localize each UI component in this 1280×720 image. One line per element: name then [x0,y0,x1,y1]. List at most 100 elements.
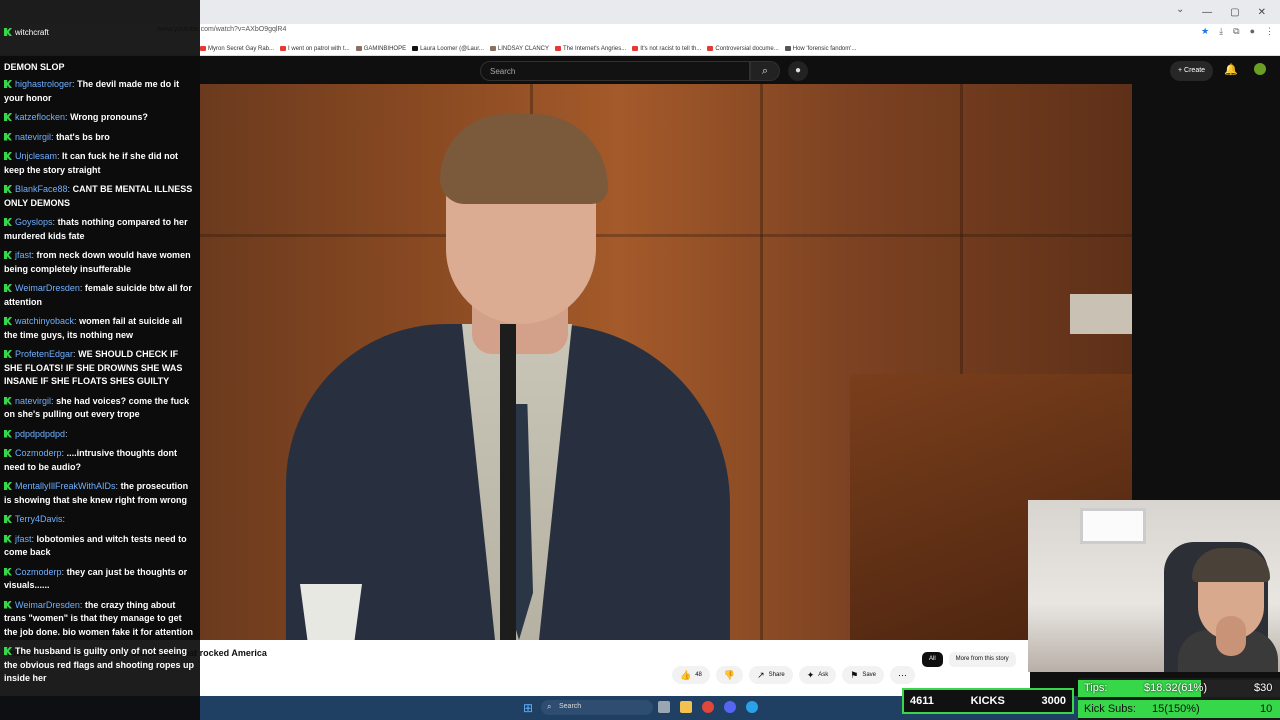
bookmark-label: LINDSAY CLANCY [497,45,550,52]
maximize-icon[interactable]: ▢ [1230,7,1239,18]
chat-username[interactable]: Cozmoderp [15,567,64,577]
subs-label: Kick Subs: [1084,703,1136,715]
chat-username[interactable]: Cozmoderp [15,448,64,458]
chat-username[interactable]: Goyslops [15,217,55,227]
ask-button[interactable]: ✦ Ask [798,666,837,684]
bookmark-item[interactable]: LINDSAY CLANCY [489,45,550,52]
chat-message: Goyslops thats nothing compared to her m… [4,216,196,243]
chat-message: highastrologer The devil made me do it y… [4,78,196,105]
chat-message: Cozmoderp they can just be thoughts or v… [4,566,196,593]
search-button[interactable]: ⌕ [750,61,780,81]
chat-username[interactable]: WeimarDresden [15,283,82,293]
star-bookmark-icon[interactable]: ★ [1201,26,1209,37]
favicon-icon [200,46,206,51]
chat-text: Wrong pronouns? [70,112,148,122]
profile-icon[interactable]: ● [1250,26,1255,37]
cam-window [1080,508,1146,544]
favicon-icon [412,46,419,51]
chip-all[interactable]: All [922,652,943,667]
chat-username[interactable]: natevirgil [15,132,54,142]
chat-message: MentallyIllFreakWithAIDs the prosecution… [4,480,196,507]
bookmark-label: Myron Secret Gay Rab... [208,45,275,52]
save-label: Save [862,672,877,678]
bookmark-item[interactable]: Myron Secret Gay Rab... [200,46,274,52]
more-actions-button[interactable]: ⋯ [890,666,916,684]
download-icon[interactable]: ⤓ [1219,26,1223,37]
video-player[interactable] [200,84,1132,640]
favicon-icon [489,46,496,51]
bookmark-item[interactable]: The Internet's Angries... [555,46,626,52]
minimize-icon[interactable]: — [1202,7,1212,18]
chat-message: The husband is guilty only of not seeing… [4,645,196,686]
notifications-bell-icon[interactable]: 🔔 [1224,63,1238,76]
chat-message: natevirgil that's bs bro [4,131,196,145]
bookmark-item[interactable]: I went on patrol with t... [280,46,350,52]
kicks-goal-bar: 4611 KICKS 3000 [902,688,1074,714]
chat-username[interactable]: ProfetenEdgar [15,349,76,359]
bookmark-item[interactable]: It's not racist to tell th... [632,46,701,52]
kick-badge-icon [4,284,12,292]
share-icon: ↗ [757,669,765,680]
chat-username[interactable]: natevirgil [15,396,54,406]
sidebar-area [1132,84,1280,500]
kick-badge-icon [4,515,12,523]
chat-username[interactable]: jfast [15,250,34,260]
voice-search-button[interactable]: ● [788,61,808,81]
kick-badge-icon [4,185,12,193]
chat-top-text: witchcraft [15,28,49,37]
dislike-button[interactable]: 👎 [715,666,744,684]
tips-value: $18.32(61%) [1144,682,1207,694]
like-button[interactable]: 👍 48 [672,666,710,684]
extensions-icon[interactable]: ⧉ [1233,26,1239,37]
kick-badge-icon [4,350,12,358]
favicon-icon [784,46,791,51]
thumbs-up-icon: 👍 [680,669,692,680]
favicon-icon [632,46,639,51]
chat-username[interactable]: watchinyoback [15,316,77,326]
avatar[interactable] [1254,63,1266,75]
discord-icon[interactable] [724,701,736,713]
streamer-cap [1192,548,1270,582]
file-explorer-icon[interactable] [680,701,692,713]
bookmark-item[interactable]: Controversial docume... [707,46,779,52]
video-actions: 👍 48 👎 ↗ Share ✦ Ask ⚑ Save ⋯ [672,666,916,684]
related-chips: All More from this story [922,652,1016,667]
save-button[interactable]: ⚑ Save [842,666,885,684]
chat-username[interactable]: Terry4Davis [15,514,65,524]
chat-username[interactable]: BlankFace88 [15,184,70,194]
chat-message: jfast lobotomies and witch tests need to… [4,533,196,560]
subs-goal: 10 [1260,703,1273,715]
search-input[interactable]: Search [480,61,750,81]
kick-badge-icon [4,600,12,609]
bench-top [1070,294,1132,334]
chrome-icon[interactable] [702,701,714,713]
chat-username[interactable]: WeimarDresden [15,600,82,610]
telegram-icon[interactable] [746,701,758,713]
chat-username[interactable]: Unjclesam [15,151,60,161]
chat-username[interactable]: highastrologer [15,79,75,89]
bookmark-item[interactable]: How 'forensic fandom'... [784,46,856,52]
windows-start-icon[interactable]: ⊞ [523,701,533,715]
close-icon[interactable]: ✕ [1258,7,1266,18]
screen: ⌄ — ▢ ✕ www.youtube.com/watch?v=AXbO9gql… [0,0,1280,720]
kick-badge-icon [4,113,12,121]
streamer-hand [1216,616,1246,656]
tab-search-chevron-icon[interactable]: ⌄ [1176,4,1184,15]
tips-goal: $30 [1254,682,1273,694]
create-button[interactable]: + Create [1170,61,1214,81]
kick-badge-icon [4,534,12,543]
chat-username[interactable]: pdpdpdpdpd [15,429,68,439]
chip-more-from-story[interactable]: More from this story [948,652,1016,667]
chat-username[interactable]: katzeflocken [15,112,68,122]
share-button[interactable]: ↗ Share [749,666,793,684]
task-view-icon[interactable] [658,701,670,713]
bookmark-item[interactable]: Laura Loomer (@Laur... [412,46,484,52]
kick-badge-icon [4,567,12,576]
bookmark-item[interactable]: GAMINBIHOPE [355,46,406,52]
favicon-icon [707,46,714,51]
chat-username[interactable]: jfast [15,534,34,544]
chat-username[interactable]: MentallyIllFreakWithAIDs [15,481,118,491]
microphone-icon: ● [794,65,802,76]
taskbar-search[interactable]: ⌕ Search [541,700,653,715]
menu-icon[interactable]: ⋮ [1265,26,1274,37]
